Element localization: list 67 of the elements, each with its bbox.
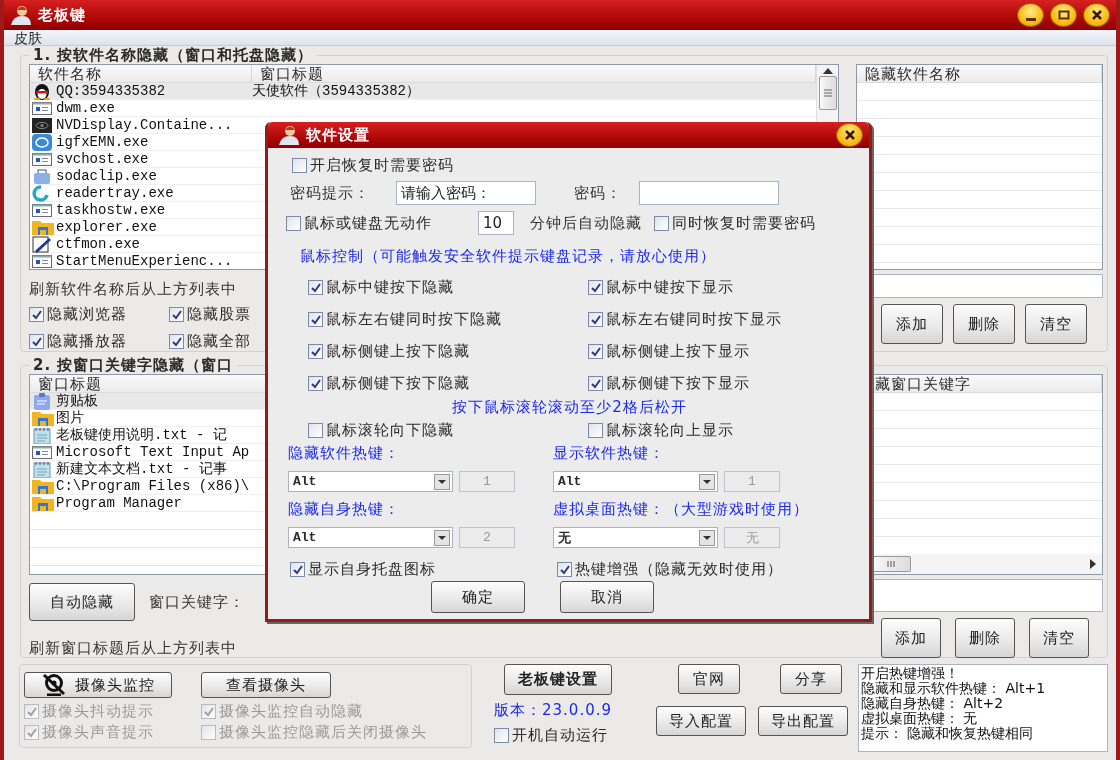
checkbox-label: 隐藏播放器 xyxy=(47,332,127,351)
checkbox-label: 开机自动运行 xyxy=(512,726,608,745)
table-cell-text: svchost.exe xyxy=(56,150,150,168)
field-label: 密码提示： xyxy=(290,183,371,203)
checkbox-label: 隐藏全部 xyxy=(187,332,251,351)
dialog-title: 软件设置 xyxy=(306,125,370,145)
table-cell-text: QQ:3594335382 xyxy=(56,82,167,100)
log-line: 虚拟桌面热键： 无 xyxy=(861,711,979,726)
checkbox-label: 开启恢复时需要密码 xyxy=(310,156,454,175)
table-cell-text: NVDisplay.Containe... xyxy=(56,116,234,134)
table-cell-text: readertray.exe xyxy=(56,184,175,202)
hint-text: 刷新窗口标题后从上方列表中 xyxy=(29,639,237,658)
table-cell: Microsoft Text Input Ap xyxy=(56,443,250,461)
checkbox-label: 鼠标侧键下按下隐藏 xyxy=(326,374,470,393)
table-cell: 图片 xyxy=(56,409,84,427)
table-cell: Program Manager xyxy=(56,494,183,512)
checkbox-label: 鼠标滚轮向上显示 xyxy=(606,421,734,440)
table-cell: 剪贴板 xyxy=(56,392,98,410)
checkbox-label: 鼠标侧键上按下显示 xyxy=(606,342,750,361)
checkbox-label: 鼠标侧键下按下显示 xyxy=(606,374,750,393)
table-cell-text: dwm.exe xyxy=(56,99,116,117)
table-cell: 新建文本文档.txt - 记事 xyxy=(56,460,227,478)
checkbox-label: 鼠标中键按下显示 xyxy=(606,278,734,297)
checkbox-label: 隐藏浏览器 xyxy=(47,305,127,324)
section-heading: 鼠标控制（可能触发安全软件提示键盘记录，请放心使用） xyxy=(300,247,716,266)
section-title: 1. 按软件名称隐藏（窗口和托盘隐藏） xyxy=(32,46,315,64)
checkbox-label: 鼠标左右键同时按下显示 xyxy=(606,310,782,329)
hotkey-label: 隐藏自身热键： xyxy=(288,500,401,519)
version-text: 版本：23.0.0.9 xyxy=(494,701,614,720)
log-line: 隐藏自身热键： Alt+2 xyxy=(861,696,1005,711)
checkbox-label: 显示自身托盘图标 xyxy=(308,560,436,579)
table-cell: C:\Program Files (x86)\ xyxy=(56,477,250,495)
table-cell-text: ctfmon.exe xyxy=(56,235,141,253)
section-title: 2. 按窗口关键字隐藏（窗口 xyxy=(32,356,235,374)
checkbox-label: 摄像头抖动提示 xyxy=(42,702,154,721)
hotkey-label: 显示软件热键： xyxy=(553,444,666,463)
field-label: 窗口关键字： xyxy=(149,592,245,612)
table-cell-text: sodaclip.exe xyxy=(56,167,158,185)
log-line: 提示： 隐藏和恢复热键相同 xyxy=(861,726,1035,741)
column-header: 软件名称 xyxy=(30,65,252,82)
table-cell-text: explorer.exe xyxy=(56,218,158,236)
table-cell: 天使软件（3594335382） xyxy=(252,82,420,100)
checkbox-label: 鼠标或键盘无动作 xyxy=(304,213,432,233)
table-cell-text: igfxEMN.exe xyxy=(56,133,150,151)
checkbox-label: 隐藏股票 xyxy=(187,305,251,324)
log-line: 开启热键增强！ xyxy=(861,666,960,681)
table-cell-text: StartMenuExperienc... xyxy=(56,252,234,269)
checkbox-label: 鼠标滚轮向下隐藏 xyxy=(326,421,454,440)
log-line: 隐藏和显示软件热键： Alt+1 xyxy=(861,681,1047,696)
checkbox-label: 鼠标左右键同时按下隐藏 xyxy=(326,310,502,329)
table-cell-text: taskhostw.exe xyxy=(56,201,167,219)
hotkey-label: 隐藏软件热键： xyxy=(288,444,401,463)
checkbox-label: 鼠标侧键上按下隐藏 xyxy=(326,342,470,361)
checkbox-label: 摄像头声音提示 xyxy=(42,723,154,742)
wheel-hint: 按下鼠标滚轮滚动至少2格后松开 xyxy=(452,398,687,417)
window-title: 老板键 xyxy=(38,5,86,25)
field-label: 密码： xyxy=(574,183,623,203)
checkbox-label: 同时恢复时需要密码 xyxy=(672,213,816,233)
checkbox-label: 摄像头监控隐藏后关闭摄像头 xyxy=(219,723,427,742)
field-label: 分钟后自动隐藏 xyxy=(530,213,642,233)
column-header: 隐藏软件名称 xyxy=(857,65,1102,82)
hint-text: 刷新软件名称后从上方列表中 xyxy=(29,280,237,299)
hotkey-label: 虚拟桌面热键：（大型游戏时使用） xyxy=(553,500,810,519)
checkbox-label: 鼠标中键按下隐藏 xyxy=(326,278,454,297)
table-cell: 老板键使用说明.txt - 记 xyxy=(56,426,227,444)
checkbox-label: 摄像头监控自动隐藏 xyxy=(219,702,363,721)
checkbox-label: 热键增强（隐藏无效时使用） xyxy=(575,560,783,579)
